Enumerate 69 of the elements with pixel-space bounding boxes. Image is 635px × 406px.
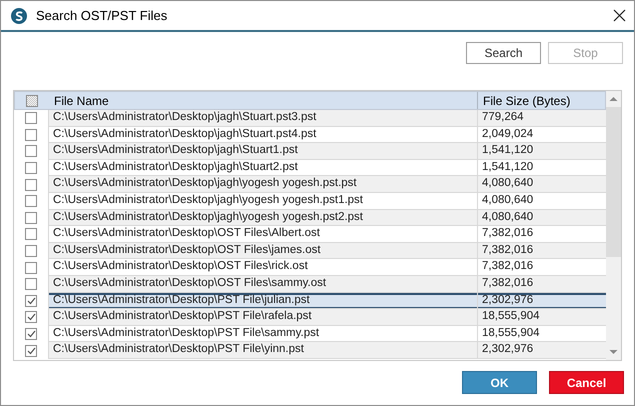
checkbox[interactable] — [25, 245, 37, 258]
scroll-thumb[interactable] — [606, 107, 621, 257]
checkbox[interactable] — [25, 195, 37, 208]
table-cell: C:\Users\Administrator\Desktop\jagh\yogesh yogesh.pst2.pst — [48, 210, 477, 226]
checkbox[interactable] — [25, 228, 37, 240]
table-row[interactable]: C:\Users\Administrator\Desktop\jagh\yogesh yogesh.pst1.pst 4,080,640 — [14, 192, 606, 210]
table-cell: 4,080,640 — [477, 210, 606, 226]
table-cell: C:\Users\Administrator\Desktop\PST File\yinn.pst — [48, 342, 477, 359]
table-row[interactable]: C:\Users\Administrator\Desktop\PST File\julian.pst 2,302,976 — [14, 292, 606, 310]
checkbox[interactable] — [25, 178, 37, 191]
ok-button[interactable]: OK — [462, 371, 537, 394]
table-cell: 7,382,016 — [477, 259, 606, 276]
table-row[interactable]: C:\Users\Administrator\Desktop\PST File\rafela.pst 18,555,904 — [14, 309, 606, 326]
table-cell: 779,264 — [477, 110, 606, 127]
table-cell: 4,080,640 — [477, 176, 606, 193]
table-row[interactable]: C:\Users\Administrator\Desktop\OST Files\Albert.ost 7,382,016 — [14, 226, 606, 243]
table-cell: 7,382,016 — [477, 226, 606, 243]
table-cell: 2,302,976 — [477, 342, 606, 359]
column-header[interactable]: File Name — [49, 92, 478, 109]
search-button[interactable]: Search — [466, 42, 541, 64]
table-row[interactable]: C:\Users\Administrator\Desktop\PST File\yinn.pst 2,302,976 — [14, 342, 606, 359]
table-cell: 2,049,024 — [477, 126, 606, 144]
table-row[interactable]: C:\Users\Administrator\Desktop\OST Files\rick.ost 7,382,016 — [14, 259, 606, 276]
checkbox[interactable] — [25, 212, 37, 224]
checkbox[interactable] — [25, 344, 37, 357]
table-cell: C:\Users\Administrator\Desktop\jagh\yogesh yogesh.pst.pst — [48, 176, 477, 193]
table-cell: C:\Users\Administrator\Desktop\jagh\Stuart1.pst — [48, 143, 477, 160]
table-cell: 1,541,120 — [477, 160, 606, 176]
table-cell: C:\Users\Administrator\Desktop\OST Files\sammy.ost — [48, 276, 477, 293]
scrollbar[interactable] — [606, 91, 621, 360]
cancel-button[interactable]: Cancel — [549, 371, 624, 394]
checkbox[interactable] — [25, 162, 37, 174]
table-cell: C:\Users\Administrator\Desktop\OST Files\james.ost — [48, 242, 477, 260]
table-cell: C:\Users\Administrator\Desktop\PST File\rafela.pst — [48, 309, 477, 326]
table-cell: C:\Users\Administrator\Desktop\jagh\Stuart2.pst — [48, 160, 477, 176]
table-cell: C:\Users\Administrator\Desktop\OST Files\rick.ost — [48, 259, 477, 276]
checkbox[interactable] — [26, 94, 38, 106]
table-row[interactable]: C:\Users\Administrator\Desktop\jagh\Stuart.pst3.pst 779,264 — [14, 110, 606, 127]
table-row[interactable]: C:\Users\Administrator\Desktop\jagh\yogesh yogesh.pst.pst 4,080,640 — [14, 176, 606, 193]
table-cell: C:\Users\Administrator\Desktop\jagh\Stuart.pst3.pst — [48, 110, 477, 127]
table-cell: 18,555,904 — [477, 326, 606, 342]
column-header[interactable]: File Size (Bytes) — [478, 92, 605, 109]
table-row[interactable]: C:\Users\Administrator\Desktop\OST Files\sammy.ost 7,382,016 — [14, 276, 606, 293]
checkbox[interactable] — [25, 311, 37, 324]
table-cell: C:\Users\Administrator\Desktop\OST Files\Albert.ost — [48, 226, 477, 243]
table-cell: 1,541,120 — [477, 143, 606, 160]
table-row[interactable]: C:\Users\Administrator\Desktop\jagh\Stuart2.pst 1,541,120 — [14, 160, 606, 176]
checkbox[interactable] — [25, 278, 37, 290]
checkbox[interactable] — [25, 262, 37, 274]
logo-icon — [11, 8, 27, 24]
checkbox[interactable] — [25, 145, 37, 158]
table-cell: 18,555,904 — [477, 309, 606, 326]
checkbox[interactable] — [25, 112, 37, 124]
table-cell: C:\Users\Administrator\Desktop\jagh\yogesh yogesh.pst1.pst — [48, 192, 477, 210]
table-cell: C:\Users\Administrator\Desktop\PST File\sammy.pst — [48, 326, 477, 342]
checkbox[interactable] — [25, 294, 37, 307]
table-cell: C:\Users\Administrator\Desktop\jagh\Stuart.pst4.pst — [48, 126, 477, 144]
table-cell: 7,382,016 — [477, 242, 606, 260]
table-cell: 7,382,016 — [477, 276, 606, 293]
checkbox[interactable] — [25, 328, 37, 340]
table-row[interactable]: C:\Users\Administrator\Desktop\jagh\Stuart1.pst 1,541,120 — [14, 143, 606, 160]
table-row[interactable]: C:\Users\Administrator\Desktop\jagh\Stuart.pst4.pst 2,049,024 — [14, 126, 606, 144]
table-cell: 4,080,640 — [477, 192, 606, 210]
table-row[interactable]: C:\Users\Administrator\Desktop\jagh\yogesh yogesh.pst2.pst 4,080,640 — [14, 210, 606, 226]
table-row[interactable]: C:\Users\Administrator\Desktop\PST File\sammy.pst 18,555,904 — [14, 326, 606, 342]
table-row[interactable]: C:\Users\Administrator\Desktop\OST Files\james.ost 7,382,016 — [14, 242, 606, 260]
checkbox[interactable] — [25, 128, 37, 141]
close-icon[interactable] — [613, 9, 626, 22]
window-title: Search OST/PST Files — [36, 6, 168, 25]
